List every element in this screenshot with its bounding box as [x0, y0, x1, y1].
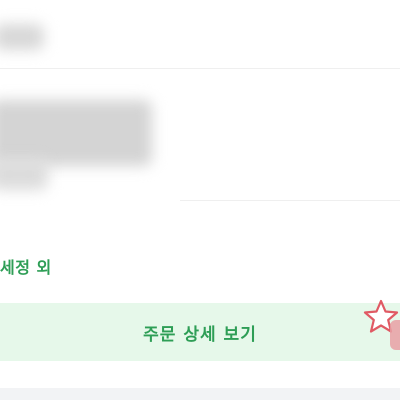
floating-handle[interactable] — [390, 320, 400, 350]
blurred-header-text — [0, 24, 44, 50]
header-divider — [0, 68, 400, 69]
order-status-text: 세정 외 — [0, 258, 52, 277]
section-divider — [180, 200, 400, 201]
order-detail-button-label: 주문 상세 보기 — [143, 324, 257, 345]
order-detail-button[interactable]: 주문 상세 보기 — [0, 303, 400, 361]
bottom-background — [0, 388, 400, 400]
blurred-product-info — [0, 158, 48, 190]
blurred-product-image — [0, 100, 152, 166]
